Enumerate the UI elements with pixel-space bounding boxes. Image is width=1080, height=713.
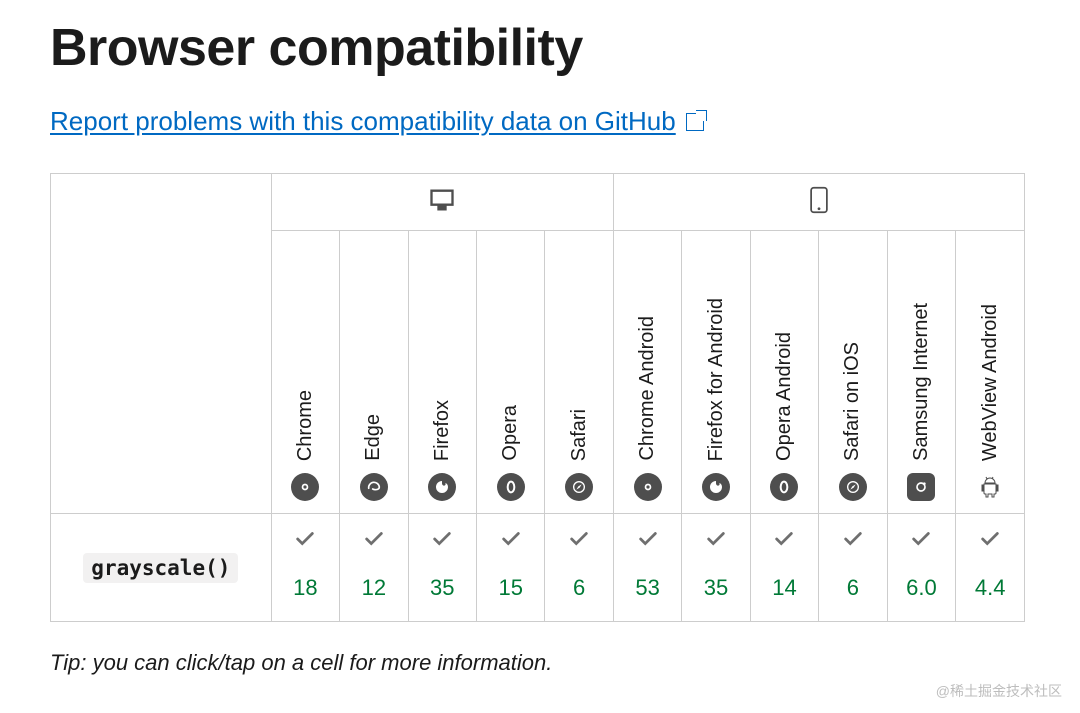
support-cell-opera[interactable]: 15 (477, 514, 545, 622)
col-edge: Edge (340, 231, 408, 514)
col-opera: Opera (477, 231, 545, 514)
table-row: grayscale() 18 12 35 15 6 (51, 514, 1025, 622)
compat-table: Chrome Edge Firefox Opera (50, 173, 1025, 622)
report-link[interactable]: Report problems with this compatibility … (50, 106, 704, 137)
support-cell-edge[interactable]: 12 (340, 514, 408, 622)
check-icon (409, 528, 476, 555)
browser-label: Opera Android (773, 332, 796, 461)
support-cell-firefox[interactable]: 35 (408, 514, 476, 622)
opera-icon (770, 473, 798, 501)
firefox-icon (702, 473, 730, 501)
mobile-icon (808, 201, 830, 218)
watermark: @稀土掘金技术社区 (936, 681, 1062, 701)
corner-cell (51, 174, 272, 514)
browser-label: Chrome Android (636, 316, 659, 461)
browser-label: Safari (568, 409, 591, 461)
samsung-icon (907, 473, 935, 501)
safari-icon (565, 473, 593, 501)
col-chrome: Chrome (271, 231, 339, 514)
browser-label: Samsung Internet (910, 303, 933, 461)
check-icon (751, 528, 818, 555)
version-label: 35 (682, 575, 749, 601)
support-cell-firefox-android[interactable]: 35 (682, 514, 750, 622)
col-opera-android: Opera Android (750, 231, 818, 514)
page-title: Browser compatibility (50, 18, 1030, 78)
col-safari: Safari (545, 231, 613, 514)
support-cell-opera-android[interactable]: 14 (750, 514, 818, 622)
check-icon (340, 528, 407, 555)
platform-mobile (613, 174, 1024, 231)
version-label: 53 (614, 575, 681, 601)
version-label: 14 (751, 575, 818, 601)
check-icon (819, 528, 886, 555)
version-label: 35 (409, 575, 476, 601)
browser-label: Firefox for Android (705, 298, 728, 461)
support-cell-samsung[interactable]: 6.0 (887, 514, 956, 622)
feature-name-cell: grayscale() (51, 514, 272, 622)
col-safari-ios: Safari on iOS (819, 231, 887, 514)
desktop-icon (428, 201, 456, 218)
chrome-icon (634, 473, 662, 501)
feature-code: grayscale() (83, 553, 238, 583)
version-label: 6.0 (888, 575, 956, 601)
check-icon (477, 528, 544, 555)
check-icon (614, 528, 681, 555)
safari-icon (839, 473, 867, 501)
version-label: 6 (545, 575, 612, 601)
android-icon (976, 473, 1004, 501)
edge-icon (360, 473, 388, 501)
col-samsung: Samsung Internet (887, 231, 956, 514)
platform-desktop (271, 174, 613, 231)
check-icon (272, 528, 339, 555)
support-cell-chrome[interactable]: 18 (271, 514, 339, 622)
col-webview: WebView Android (956, 231, 1025, 514)
browser-label: WebView Android (979, 304, 1002, 461)
support-cell-chrome-android[interactable]: 53 (613, 514, 681, 622)
support-cell-safari-ios[interactable]: 6 (819, 514, 887, 622)
browser-label: Firefox (431, 400, 454, 461)
chrome-icon (291, 473, 319, 501)
col-firefox: Firefox (408, 231, 476, 514)
check-icon (682, 528, 749, 555)
version-label: 6 (819, 575, 886, 601)
browser-label: Opera (499, 405, 522, 461)
check-icon (545, 528, 612, 555)
external-link-icon (686, 113, 704, 131)
check-icon (956, 528, 1024, 555)
col-firefox-android: Firefox for Android (682, 231, 750, 514)
version-label: 18 (272, 575, 339, 601)
browser-label: Chrome (294, 390, 317, 461)
support-cell-safari[interactable]: 6 (545, 514, 613, 622)
browser-label: Safari on iOS (841, 342, 864, 461)
browser-label: Edge (362, 414, 385, 461)
col-chrome-android: Chrome Android (613, 231, 681, 514)
version-label: 15 (477, 575, 544, 601)
check-icon (888, 528, 956, 555)
firefox-icon (428, 473, 456, 501)
support-cell-webview[interactable]: 4.4 (956, 514, 1025, 622)
version-label: 4.4 (956, 575, 1024, 601)
version-label: 12 (340, 575, 407, 601)
tip-text: Tip: you can click/tap on a cell for mor… (50, 650, 1030, 676)
report-link-text: Report problems with this compatibility … (50, 106, 676, 137)
opera-icon (497, 473, 525, 501)
